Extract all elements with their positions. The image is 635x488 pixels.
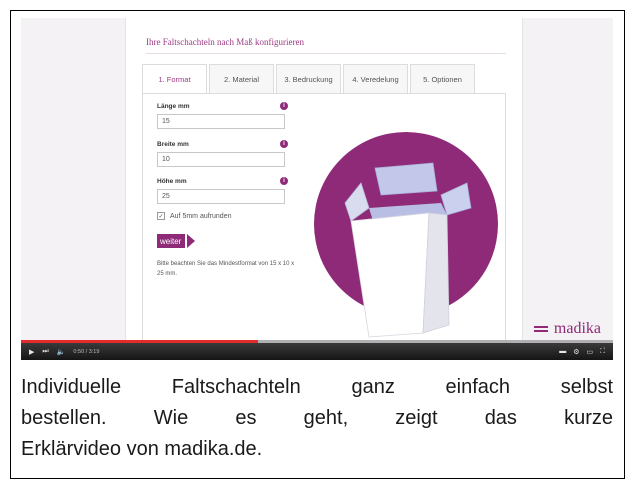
folding-box-illustration bbox=[314, 132, 498, 338]
minimum-format-hint: Bitte beachten Sie das Mindestformat von… bbox=[157, 261, 295, 277]
caption-line: Individuelle Faltschachteln ganz einfach… bbox=[21, 376, 613, 398]
subtitles-icon[interactable]: ▬ bbox=[559, 348, 566, 355]
box-front-face bbox=[350, 212, 430, 338]
video-caption: Individuelle Faltschachteln ganz einfach… bbox=[21, 372, 613, 465]
madika-logo: madika bbox=[533, 320, 601, 338]
configurator-tabs: 1. Format 2. Material 3. Bedruckung 4. V… bbox=[142, 64, 477, 94]
player-right-controls: ▬ ⚙ ▭ ⛶ bbox=[552, 348, 613, 356]
video-player[interactable]: Ihre Faltschachteln nach Maß konfigurier… bbox=[21, 18, 613, 360]
round-up-option[interactable]: ✓ Auf 5mm aufrunden bbox=[157, 212, 231, 220]
fullscreen-icon[interactable]: ⛶ bbox=[600, 348, 605, 356]
volume-icon[interactable]: 🔈 bbox=[57, 348, 66, 356]
length-input[interactable]: 15 bbox=[157, 114, 285, 129]
tab-material[interactable]: 2. Material bbox=[209, 64, 274, 94]
tab-format[interactable]: 1. Format bbox=[142, 64, 207, 94]
tab-optionen[interactable]: 5. Optionen bbox=[410, 64, 475, 94]
miniplayer-icon[interactable]: ▭ bbox=[586, 348, 593, 356]
tab-bedruckung[interactable]: 3. Bedruckung bbox=[276, 64, 341, 94]
round-up-label: Auf 5mm aufrunden bbox=[170, 212, 232, 220]
settings-icon[interactable]: ⚙ bbox=[573, 348, 579, 356]
width-label: Breite mm bbox=[157, 141, 189, 148]
info-icon[interactable]: i bbox=[280, 177, 288, 185]
tab-veredelung[interactable]: 4. Veredelung bbox=[343, 64, 408, 94]
madika-logo-icon bbox=[533, 325, 548, 333]
width-input[interactable]: 10 bbox=[157, 152, 285, 167]
info-icon[interactable]: i bbox=[280, 140, 288, 148]
caption-line: Erklärvideo von madika.de. bbox=[21, 438, 263, 460]
configurator-title: Ihre Faltschachteln nach Maß konfigurier… bbox=[146, 37, 304, 47]
next-button[interactable]: weiter bbox=[157, 234, 186, 248]
title-divider bbox=[146, 53, 506, 54]
box-back-flap bbox=[374, 162, 438, 196]
video-control-bar: ▶ ⏭ 🔈 0:50 / 3:19 ▬ ⚙ ▭ ⛶ bbox=[21, 343, 613, 360]
caption-line: bestellen. Wie es geht, zeigt das kurze bbox=[21, 407, 613, 429]
next-arrow-icon bbox=[187, 234, 195, 248]
length-label: Länge mm bbox=[157, 103, 190, 110]
height-input[interactable]: 25 bbox=[157, 189, 285, 204]
next-icon[interactable]: ⏭ bbox=[42, 348, 48, 356]
madika-wordmark: madika bbox=[553, 320, 601, 337]
play-icon[interactable]: ▶ bbox=[29, 348, 34, 356]
info-icon[interactable]: i bbox=[280, 102, 288, 110]
video-time: 0:50 / 3:19 bbox=[73, 348, 100, 355]
round-up-checkbox[interactable]: ✓ bbox=[157, 212, 165, 220]
height-label: Höhe mm bbox=[157, 178, 187, 185]
